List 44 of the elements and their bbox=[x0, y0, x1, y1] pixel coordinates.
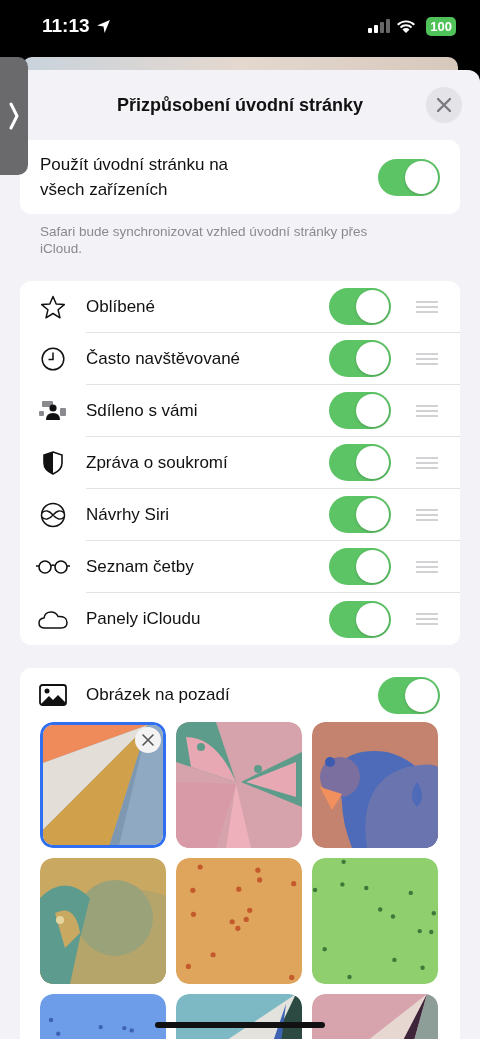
section-toggle[interactable] bbox=[329, 600, 391, 638]
section-toggle[interactable] bbox=[329, 392, 391, 429]
wifi-icon bbox=[396, 18, 417, 34]
signal-icon bbox=[368, 19, 391, 33]
section-toggle[interactable] bbox=[329, 340, 391, 377]
location-arrow-icon bbox=[95, 18, 111, 34]
section-label: Návrhy Siri bbox=[86, 504, 171, 525]
drag-handle-icon[interactable] bbox=[416, 404, 438, 417]
drag-handle-icon[interactable] bbox=[416, 508, 438, 521]
close-icon bbox=[142, 734, 154, 746]
sidebar-handle[interactable] bbox=[0, 57, 28, 175]
photo-icon bbox=[39, 684, 67, 706]
section-label: Panely iCloudu bbox=[86, 609, 202, 629]
drag-handle-icon[interactable] bbox=[416, 352, 438, 365]
cloud-icon bbox=[38, 609, 68, 629]
clock-icon bbox=[41, 347, 65, 371]
drag-handle-icon[interactable] bbox=[416, 456, 438, 469]
battery-level: 100 bbox=[426, 16, 456, 36]
star-icon bbox=[40, 294, 66, 320]
sync-footer: Safari bude synchronizovat vzhled úvodní stránky přes iCloud. bbox=[20, 214, 400, 257]
status-time: 11:13 bbox=[42, 15, 90, 37]
drag-handle-icon[interactable] bbox=[416, 300, 438, 313]
shield-icon bbox=[43, 451, 63, 475]
section-label: Často navštěvované bbox=[86, 348, 242, 369]
close-icon bbox=[437, 98, 451, 112]
sync-toggle[interactable] bbox=[378, 158, 440, 196]
background-label: Obrázek na pozadí bbox=[86, 685, 231, 705]
close-button[interactable] bbox=[426, 87, 462, 123]
section-label: Zpráva o soukromí bbox=[86, 452, 229, 473]
glasses-icon bbox=[35, 559, 71, 575]
drag-handle-icon[interactable] bbox=[416, 613, 438, 625]
section-label: Seznam četby bbox=[86, 556, 195, 577]
background-toggle[interactable] bbox=[378, 676, 440, 714]
shared-people-icon bbox=[38, 400, 68, 422]
section-toggle[interactable] bbox=[329, 496, 391, 533]
drag-handle-icon[interactable] bbox=[416, 560, 438, 573]
section-label: Oblíbené bbox=[86, 296, 156, 317]
sheet-title: Přizpůsobení úvodní stránky bbox=[116, 94, 363, 116]
section-toggle[interactable] bbox=[329, 288, 391, 325]
sync-label: Použít úvodní stránku na všech zařízeních bbox=[40, 154, 230, 201]
siri-icon bbox=[40, 502, 66, 528]
section-toggle[interactable] bbox=[329, 444, 391, 481]
section-label: Sdíleno s vámi bbox=[86, 400, 199, 421]
section-toggle[interactable] bbox=[329, 548, 391, 585]
